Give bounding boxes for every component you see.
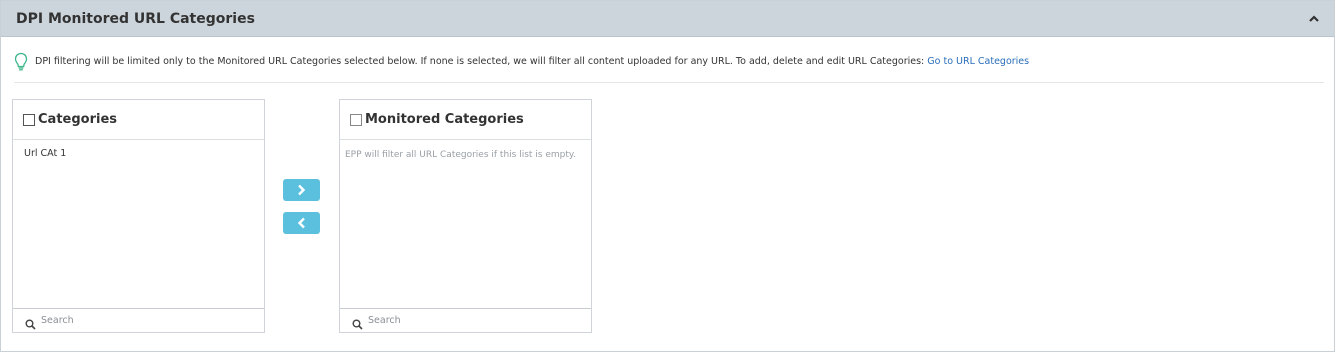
dpi-monitored-url-categories-panel: DPI Monitored URL Categories DPI filteri… <box>0 0 1335 352</box>
move-right-button[interactable] <box>283 179 320 201</box>
search-icon <box>25 315 36 330</box>
panel-header[interactable]: DPI Monitored URL Categories <box>1 1 1334 37</box>
categories-search <box>13 308 264 332</box>
search-icon <box>352 315 363 330</box>
monitored-search <box>340 308 591 332</box>
categories-list-header: Categories <box>13 100 264 140</box>
categories-list-body: Url CAt 1 <box>13 140 264 308</box>
lightbulb-icon <box>14 52 28 72</box>
chevron-up-icon[interactable] <box>1304 9 1324 29</box>
empty-list-message: EPP will filter all URL Categories if th… <box>345 150 576 160</box>
monitored-categories-list-body: EPP will filter all URL Categories if th… <box>340 140 591 308</box>
monitored-categories-list-header: Monitored Categories <box>340 100 591 140</box>
monitored-search-input[interactable] <box>368 312 583 329</box>
info-message: DPI filtering will be limited only to th… <box>14 51 1324 83</box>
go-to-url-categories-link[interactable]: Go to URL Categories <box>927 56 1029 67</box>
select-all-categories-checkbox[interactable] <box>23 114 35 126</box>
monitored-categories-list: Monitored Categories EPP will filter all… <box>339 99 592 333</box>
list-item[interactable]: Url CAt 1 <box>24 148 66 159</box>
chevron-left-icon <box>297 217 305 229</box>
monitored-categories-title: Monitored Categories <box>365 112 524 127</box>
info-text-body: DPI filtering will be limited only to th… <box>35 56 928 67</box>
categories-title: Categories <box>38 112 118 127</box>
chevron-right-icon <box>298 184 306 196</box>
panel-title: DPI Monitored URL Categories <box>16 11 255 27</box>
info-text: DPI filtering will be limited only to th… <box>35 56 1029 67</box>
categories-list: Categories Url CAt 1 <box>12 99 265 333</box>
categories-search-input[interactable] <box>41 312 256 329</box>
move-left-button[interactable] <box>283 212 320 234</box>
select-all-monitored-checkbox[interactable] <box>350 114 362 126</box>
